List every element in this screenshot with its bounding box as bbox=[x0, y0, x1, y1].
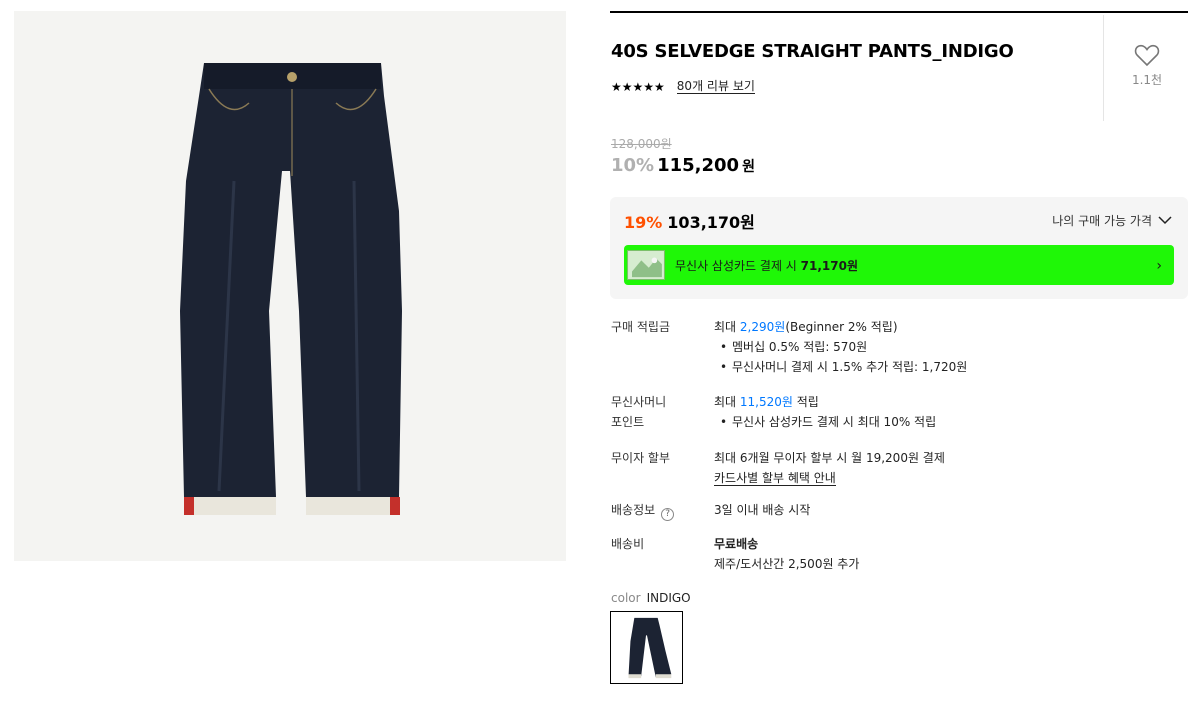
card-thumbnail bbox=[627, 250, 665, 280]
installment-text: 최대 6개월 무이자 할부 시 월 19,200원 결제 bbox=[714, 451, 945, 465]
original-price: 128,000원 bbox=[611, 137, 672, 151]
title-section: 40S SELVEDGE STRAIGHT PANTS_INDIGO ★★★★★… bbox=[610, 13, 1188, 121]
help-icon[interactable]: ? bbox=[661, 507, 675, 521]
shipping-label-wrap: 배송정보? bbox=[611, 500, 675, 521]
product-info-panel: 40S SELVEDGE STRAIGHT PANTS_INDIGO ★★★★★… bbox=[610, 11, 1188, 684]
member-price-row: 19% 103,170원 bbox=[624, 209, 755, 233]
my-price-toggle-label: 나의 구매 가능 가격 bbox=[1052, 214, 1152, 228]
product-title: 40S SELVEDGE STRAIGHT PANTS_INDIGO bbox=[611, 41, 1014, 62]
heart-icon bbox=[1122, 43, 1172, 67]
money-value: 최대 11,520원 적립 무신사 삼성카드 결제 시 최대 10% 적립 bbox=[714, 392, 936, 432]
money-item: 무신사 삼성카드 결제 시 최대 10% 적립 bbox=[714, 412, 936, 432]
card-promo-text: 무신사 삼성카드 결제 시 71,170원 bbox=[675, 257, 858, 274]
points-suffix: (Beginner 2% 적립) bbox=[785, 320, 898, 334]
review-link[interactable]: 80개 리뷰 보기 bbox=[676, 79, 755, 94]
money-prefix: 최대 bbox=[714, 395, 740, 409]
money-label-line1: 무신사머니 bbox=[611, 395, 667, 409]
fee-label: 배송비 bbox=[611, 537, 645, 551]
points-value: 최대 2,290원(Beginner 2% 적립) 멤버십 0.5% 적립: 5… bbox=[714, 317, 967, 377]
member-price: 103,170원 bbox=[667, 213, 755, 232]
my-price-toggle[interactable]: 나의 구매 가능 가격 bbox=[1052, 212, 1172, 229]
fee-text: 제주/도서산간 2,500원 추가 bbox=[714, 557, 860, 571]
installment-label: 무이자 할부 bbox=[611, 451, 671, 465]
sale-price-row: 10% 115,200 원 bbox=[611, 155, 755, 176]
points-item: 무신사머니 결제 시 1.5% 추가 적립: 1,720원 bbox=[714, 357, 967, 377]
member-price-box: 19% 103,170원 나의 구매 가능 가격 무신사 삼성카드 결제 시 7… bbox=[610, 197, 1188, 299]
points-label: 구매 적립금 bbox=[611, 320, 671, 334]
points-amount: 2,290원 bbox=[739, 320, 786, 334]
installment-value: 최대 6개월 무이자 할부 시 월 19,200원 결제 카드사별 할부 혜택 … bbox=[714, 448, 945, 488]
color-swatch-indigo[interactable] bbox=[610, 611, 683, 684]
money-suffix: 적립 bbox=[792, 395, 819, 409]
product-main-image bbox=[14, 11, 566, 561]
color-row: color INDIGO bbox=[611, 591, 691, 605]
fee-value: 무료배송 제주/도서산간 2,500원 추가 bbox=[714, 534, 859, 574]
shipping-label: 배송정보 bbox=[611, 503, 656, 517]
money-label-line2: 포인트 bbox=[611, 415, 645, 429]
chevron-down-icon bbox=[1158, 214, 1172, 228]
discount-price: 115,200 bbox=[657, 155, 740, 176]
installment-link[interactable]: 카드사별 할부 혜택 안내 bbox=[714, 471, 836, 486]
card-promo-price: 71,170원 bbox=[800, 258, 859, 273]
like-divider bbox=[1103, 15, 1104, 121]
discount-percent: 10% bbox=[611, 155, 655, 176]
color-value: INDIGO bbox=[646, 591, 691, 605]
like-button[interactable]: 1.1천 bbox=[1122, 43, 1172, 88]
rating-stars: ★★★★★ bbox=[611, 79, 665, 94]
color-label: color bbox=[611, 591, 641, 605]
money-label: 무신사머니 포인트 bbox=[611, 392, 666, 432]
member-discount-percent: 19% bbox=[624, 213, 663, 232]
chevron-right-icon: › bbox=[1156, 258, 1162, 274]
money-amount: 11,520원 bbox=[739, 395, 793, 409]
rating-row: ★★★★★ 80개 리뷰 보기 bbox=[611, 79, 755, 94]
price-unit: 원 bbox=[742, 159, 755, 175]
points-item: 멤버십 0.5% 적립: 570원 bbox=[714, 337, 967, 357]
card-promo-prefix: 무신사 삼성카드 결제 시 bbox=[675, 258, 801, 273]
shipping-text: 3일 이내 배송 시작 bbox=[714, 503, 811, 517]
fee-title: 무료배송 bbox=[714, 537, 759, 551]
points-prefix: 최대 bbox=[714, 320, 740, 334]
like-count: 1.1천 bbox=[1131, 73, 1163, 87]
card-promo-banner[interactable]: 무신사 삼성카드 결제 시 71,170원 › bbox=[624, 245, 1174, 285]
